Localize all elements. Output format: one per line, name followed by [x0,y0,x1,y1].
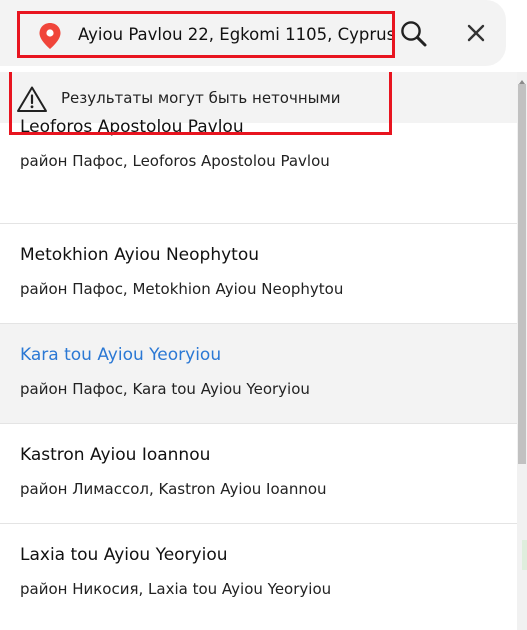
result-item[interactable]: Metokhion Ayiou Neophytou район Пафос, M… [0,224,517,324]
search-field-highlight[interactable] [17,11,395,58]
result-subtitle: район Пафос, Kara tou Ayiou Yeoryiou [20,380,310,398]
search-bar [0,0,506,66]
geocoder-page: Результаты могут быть неточными Leoforos… [0,0,527,630]
suggestions-panel: Результаты могут быть неточными Leoforos… [0,72,517,630]
search-input[interactable] [78,14,392,55]
result-item[interactable]: Laxia tou Ayiou Yeoryiou район Никосия, … [0,524,517,624]
results-list: Leoforos Apostolou Pavlou район Пафос, L… [0,117,517,624]
result-item[interactable]: Leoforos Apostolou Pavlou район Пафос, L… [0,117,517,224]
location-pin-icon [38,22,62,50]
result-title: Laxia tou Ayiou Yeoryiou [20,545,228,565]
scroll-up-arrow-icon[interactable] [517,72,527,84]
map-edge [522,540,527,570]
result-subtitle: район Лимассол, Kastron Ayiou Ioannou [20,480,327,498]
result-subtitle: район Пафос, Metokhion Ayiou Neophytou [20,280,344,298]
result-subtitle: район Никосия, Laxia tou Ayiou Yeoryiou [20,580,332,598]
result-item[interactable]: Kastron Ayiou Ioannou район Лимассол, Ka… [0,424,517,524]
result-title: Metokhion Ayiou Neophytou [20,245,259,265]
search-button[interactable] [398,13,432,53]
result-subtitle: район Пафос, Leoforos Apostolou Pavlou [20,152,330,170]
result-title: Kara tou Ayiou Yeoryiou [20,345,222,365]
close-button[interactable] [458,14,494,52]
warning-highlight [9,72,392,135]
scrollbar-thumb[interactable] [518,84,526,464]
search-icon [401,21,427,47]
result-item-active[interactable]: Kara tou Ayiou Yeoryiou район Пафос, Kar… [0,324,517,424]
close-icon [467,24,485,42]
result-title: Kastron Ayiou Ioannou [20,445,211,465]
